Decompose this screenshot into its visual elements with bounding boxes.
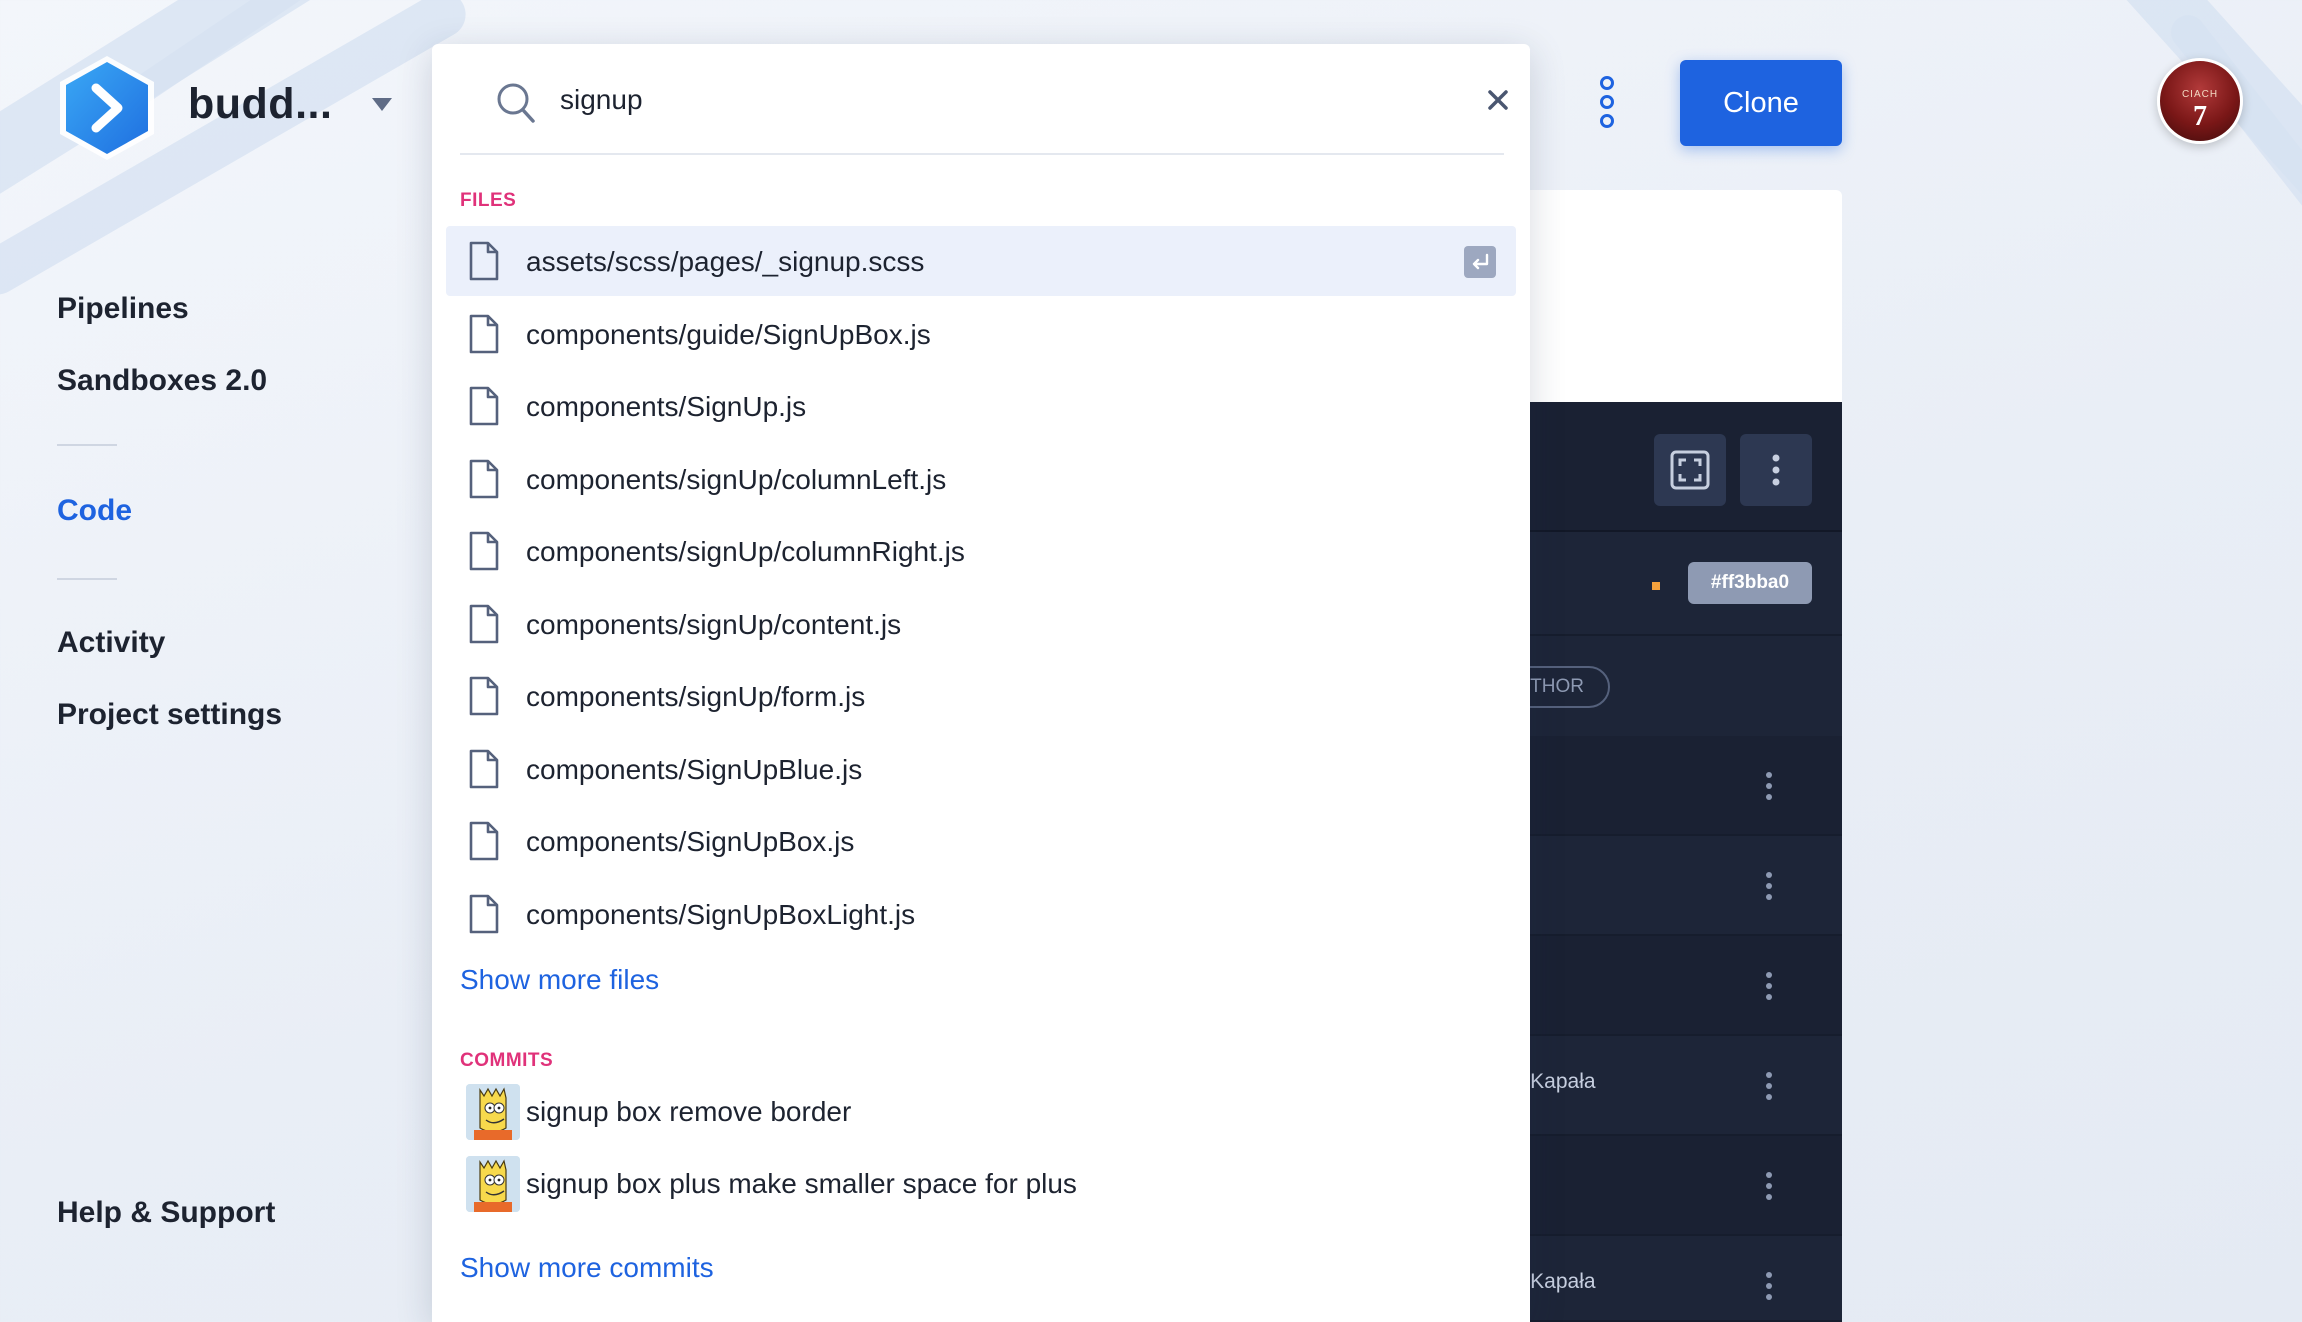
workspace-name[interactable]: budd... — [188, 80, 332, 129]
commit-author-avatar — [466, 1084, 520, 1140]
file-icon — [469, 459, 499, 498]
file-result-row[interactable]: components/signUp/form.js — [446, 661, 1516, 731]
row-more-icon[interactable] — [1766, 972, 1772, 1005]
file-icon — [469, 241, 499, 281]
table-row[interactable] — [1500, 936, 1842, 1036]
file-icon — [469, 314, 499, 353]
file-path: components/SignUp.js — [526, 391, 807, 422]
avatar-jersey-number: 7 — [2193, 101, 2207, 132]
file-result-row[interactable]: components/signUp/columnLeft.js — [446, 444, 1516, 514]
panel-more-icon[interactable] — [1740, 434, 1812, 506]
clone-button[interactable]: Clone — [1680, 60, 1842, 146]
sidebar-item-pipelines[interactable]: Pipelines — [57, 292, 189, 326]
file-icon — [469, 821, 499, 861]
vertical-dots-icon[interactable] — [1596, 76, 1618, 130]
commits-panel: #ff3bba0 THOR v eł Kapała eł Kapała — [1470, 402, 1842, 1322]
file-path: components/SignUpBox.js — [526, 826, 855, 857]
file-path: components/signUp/columnLeft.js — [526, 463, 947, 495]
table-row[interactable] — [1500, 1136, 1842, 1236]
file-result-row[interactable]: components/guide/SignUpBox.js — [446, 299, 1516, 369]
file-path: assets/scss/pages/_signup.scss — [526, 246, 925, 277]
sidebar-item-sandboxes[interactable]: Sandboxes 2.0 — [57, 364, 267, 398]
commits-section-label: COMMITS — [460, 1050, 554, 1071]
file-icon — [469, 749, 499, 788]
row-more-icon[interactable] — [1766, 1272, 1772, 1305]
file-path: components/signUp/form.js — [526, 681, 866, 712]
help-support-link[interactable]: Help & Support — [57, 1196, 275, 1230]
caret-down-icon[interactable] — [372, 98, 392, 111]
file-result-row[interactable]: components/SignUpBlue.js — [446, 734, 1516, 804]
table-row[interactable]: eł Kapała — [1500, 1036, 1842, 1136]
file-path: components/signUp/columnRight.js — [526, 536, 965, 567]
commit-author-avatar — [466, 1156, 520, 1212]
file-icon — [469, 676, 499, 716]
row-more-icon[interactable] — [1766, 1072, 1772, 1105]
file-path: components/signUp/content.js — [526, 608, 902, 640]
file-result-row[interactable]: components/SignUpBox.js — [446, 806, 1516, 876]
file-path: components/SignUpBlue.js — [526, 753, 863, 785]
panel-toolbar — [1500, 402, 1842, 532]
avatar-jersey-text: CIACH — [2181, 89, 2219, 100]
file-icon — [469, 604, 499, 643]
commit-result-row[interactable]: signup box remove border — [446, 1076, 1516, 1146]
file-icon — [469, 531, 499, 571]
search-icon — [497, 83, 535, 123]
file-icon — [469, 386, 499, 426]
sidebar-item-activity[interactable]: Activity — [57, 626, 165, 660]
files-section-label: FILES — [460, 190, 517, 211]
fullscreen-icon[interactable] — [1654, 434, 1726, 506]
show-more-files-link[interactable]: Show more files — [460, 964, 659, 996]
file-result-row[interactable]: components/signUp/content.js — [446, 589, 1516, 659]
search-input[interactable] — [560, 78, 1380, 122]
file-result-row[interactable]: components/SignUpBoxLight.js — [446, 879, 1516, 949]
content-card — [1500, 190, 1842, 402]
commit-message: signup box remove border — [526, 1096, 852, 1127]
sidebar-item-code[interactable]: Code — [57, 494, 132, 528]
file-path: components/guide/SignUpBox.js — [526, 318, 931, 350]
file-result-row[interactable]: components/SignUp.js — [446, 371, 1516, 441]
sidebar-divider — [57, 578, 117, 580]
show-more-commits-link[interactable]: Show more commits — [460, 1252, 714, 1284]
table-row[interactable] — [1500, 736, 1842, 836]
file-icon — [469, 894, 499, 933]
sidebar-divider — [57, 444, 117, 446]
commit-message: signup box plus make smaller space for p… — [526, 1168, 1077, 1199]
file-path: components/SignUpBoxLight.js — [526, 898, 916, 930]
table-row[interactable]: v — [1500, 836, 1842, 936]
row-more-icon[interactable] — [1766, 872, 1772, 905]
row-more-icon[interactable] — [1766, 1172, 1772, 1205]
file-result-row[interactable]: assets/scss/pages/_signup.scss — [446, 226, 1516, 296]
row-more-icon[interactable] — [1766, 772, 1772, 805]
table-row[interactable]: eł Kapała — [1500, 1236, 1842, 1322]
sidebar-item-project-settings[interactable]: Project settings — [57, 698, 282, 732]
search-dropdown: FILES assets/scss/pages/_signup.scsscomp… — [432, 44, 1530, 1322]
close-icon[interactable] — [1484, 86, 1512, 114]
commit-result-row[interactable]: signup box plus make smaller space for p… — [446, 1148, 1516, 1218]
user-avatar[interactable]: CIACH 7 — [2157, 58, 2243, 144]
commit-hash-badge[interactable]: #ff3bba0 — [1688, 562, 1812, 604]
status-dot — [1652, 582, 1660, 590]
buddy-logo-icon[interactable] — [52, 52, 162, 164]
search-bar — [460, 44, 1508, 155]
file-result-row[interactable]: components/signUp/columnRight.js — [446, 516, 1516, 586]
enter-key-icon — [1464, 246, 1496, 278]
